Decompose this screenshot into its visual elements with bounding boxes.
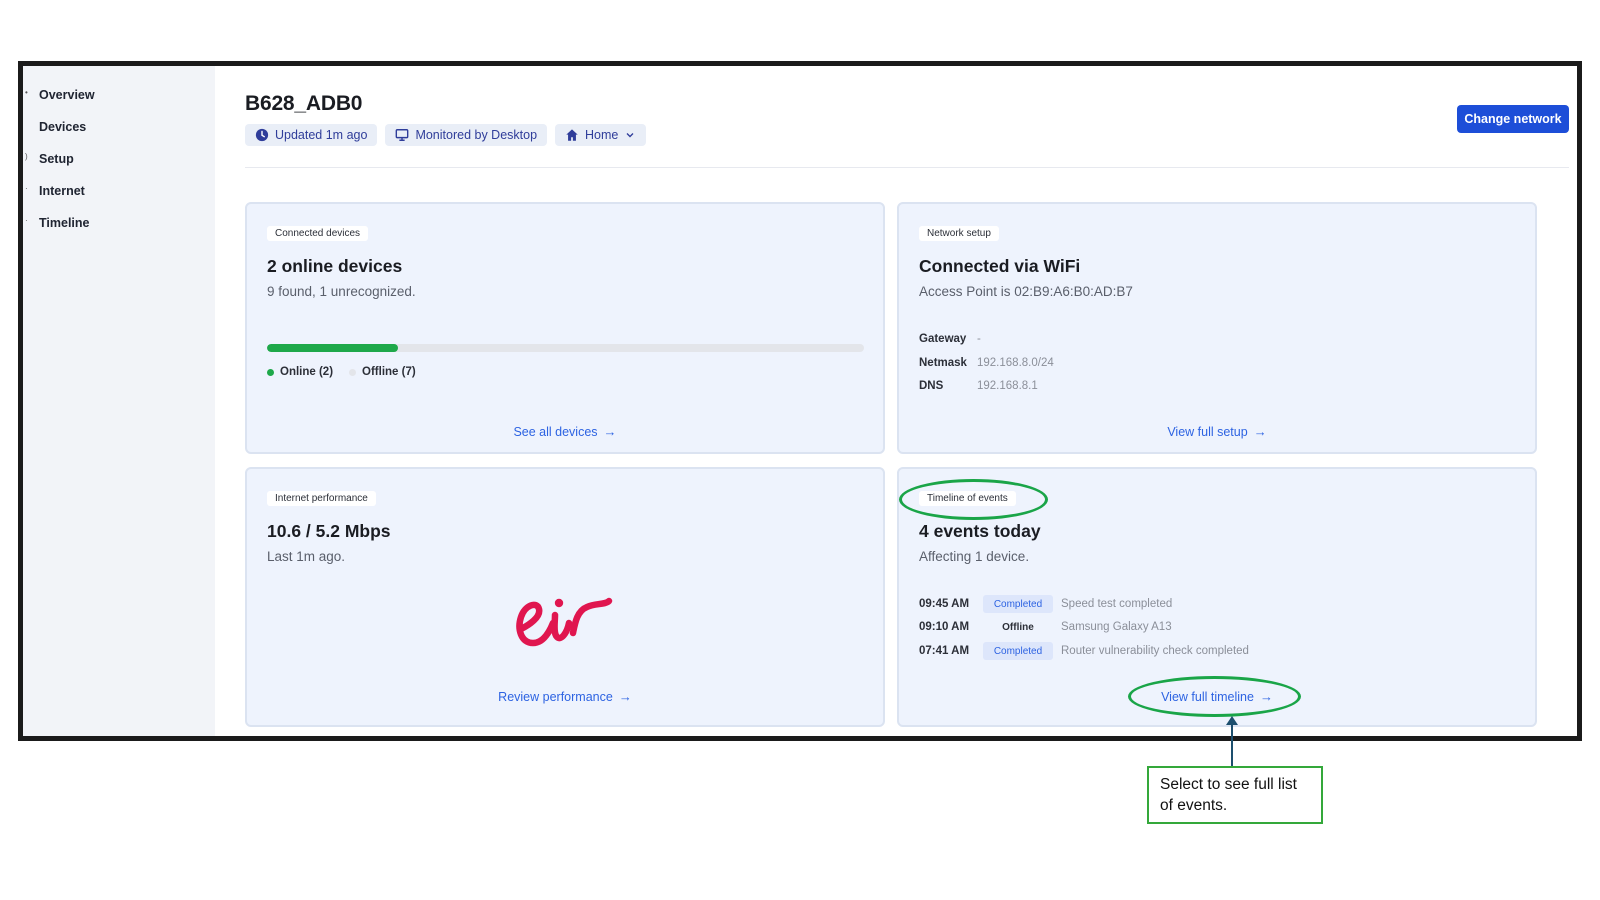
online-progress-fill xyxy=(267,344,399,352)
dns-row: DNS 192.168.8.1 xyxy=(919,380,1038,392)
card-title: 2 online devices xyxy=(267,256,403,276)
card-title: 10.6 / 5.2 Mbps xyxy=(267,521,391,541)
legend-offline-label: Offline (7) xyxy=(362,366,416,378)
review-performance-link[interactable]: Review performance → xyxy=(247,689,883,704)
legend-online-label: Online (2) xyxy=(280,366,334,378)
nav-bullet: · xyxy=(25,216,28,225)
sidebar-item-devices[interactable]: Devices xyxy=(39,120,86,134)
event-time: 09:45 AM xyxy=(919,598,970,610)
annotation-arrow-line xyxy=(1231,721,1233,767)
card-title: 4 events today xyxy=(919,521,1041,541)
internet-performance-card: Internet performance 10.6 / 5.2 Mbps Las… xyxy=(245,467,885,727)
annotation-ellipse-timeline-tag xyxy=(899,479,1048,520)
card-tag: Internet performance xyxy=(267,491,376,506)
card-title: Connected via WiFi xyxy=(919,256,1081,276)
nav-bullet: · xyxy=(25,184,28,193)
status-badge: Completed xyxy=(983,595,1053,613)
sidebar: • Overview Devices ) Setup · Internet · … xyxy=(23,66,215,736)
dns-value: 192.168.8.1 xyxy=(977,380,1038,392)
gateway-row: Gateway - xyxy=(919,333,981,345)
online-progress-bar xyxy=(267,344,864,352)
event-time: 07:41 AM xyxy=(919,645,970,657)
updated-chip[interactable]: Updated 1m ago xyxy=(245,124,378,146)
card-tag: Network setup xyxy=(919,226,999,241)
event-row: 09:10 AM Offline Samsung Galaxy A13 xyxy=(919,618,1172,636)
page-title: B628_ADB0 xyxy=(245,92,363,115)
event-description: Speed test completed xyxy=(1061,598,1173,610)
arrow-right-icon: → xyxy=(603,424,617,439)
nav-bullet: ) xyxy=(25,152,28,161)
arrow-right-icon: → xyxy=(1253,424,1267,439)
status-badge: Offline xyxy=(1002,621,1034,633)
app-window: • Overview Devices ) Setup · Internet · … xyxy=(18,61,1582,741)
status-badge: Completed xyxy=(983,642,1053,660)
event-description: Router vulnerability check completed xyxy=(1061,645,1249,657)
sidebar-item-timeline[interactable]: Timeline xyxy=(39,216,89,230)
location-dropdown-label: Home xyxy=(585,128,619,142)
event-row: 07:41 AM Completed Router vulnerability … xyxy=(919,642,1249,660)
chevron-down-icon xyxy=(626,133,634,138)
netmask-value: 192.168.8.0/24 xyxy=(977,357,1054,369)
status-chips: Updated 1m ago Monitored by Desktop Home xyxy=(245,124,647,146)
header-divider xyxy=(245,167,1569,168)
event-time: 09:10 AM xyxy=(919,621,970,633)
event-row: 09:45 AM Completed Speed test completed xyxy=(919,595,1172,613)
arrow-right-icon: → xyxy=(618,689,632,704)
monitored-chip-label: Monitored by Desktop xyxy=(415,128,538,142)
legend-offline: Offline (7) xyxy=(349,366,416,378)
legend-online: Online (2) xyxy=(267,366,333,378)
updated-chip-label: Updated 1m ago xyxy=(275,128,368,142)
location-dropdown[interactable]: Home xyxy=(555,124,647,146)
network-setup-card: Network setup Connected via WiFi Access … xyxy=(897,202,1537,454)
connected-devices-card: Connected devices 2 online devices 9 fou… xyxy=(245,202,885,454)
sidebar-item-overview[interactable]: Overview xyxy=(39,88,95,102)
view-full-setup-label: View full setup xyxy=(1167,424,1248,439)
review-performance-label: Review performance xyxy=(498,689,613,704)
devices-legend: Online (2) Offline (7) xyxy=(267,366,416,378)
card-subtitle: Last 1m ago. xyxy=(267,549,346,564)
gateway-key: Gateway xyxy=(919,333,967,345)
annotation-ellipse-view-timeline xyxy=(1128,676,1301,717)
monitored-chip[interactable]: Monitored by Desktop xyxy=(385,124,548,146)
main-content: B628_ADB0 Updated 1m ago Monitored by De… xyxy=(215,66,1577,736)
home-icon xyxy=(566,129,578,141)
nav-bullet: • xyxy=(25,88,28,97)
monitor-icon xyxy=(396,129,409,141)
online-dot xyxy=(267,368,274,376)
event-description: Samsung Galaxy A13 xyxy=(1061,621,1172,633)
netmask-key: Netmask xyxy=(919,357,967,369)
sidebar-item-internet[interactable]: Internet xyxy=(39,184,85,198)
dns-key: DNS xyxy=(919,380,944,392)
eir-logo xyxy=(516,597,613,647)
card-subtitle: Affecting 1 device. xyxy=(919,549,1030,564)
card-subtitle: 9 found, 1 unrecognized. xyxy=(267,284,416,299)
offline-dot xyxy=(349,368,357,376)
see-all-devices-link[interactable]: See all devices → xyxy=(247,424,883,439)
view-full-setup-link[interactable]: View full setup → xyxy=(899,424,1535,439)
see-all-devices-label: See all devices xyxy=(513,424,598,439)
annotation-callout: Select to see full list of events. xyxy=(1147,766,1323,824)
clock-icon xyxy=(255,128,269,142)
card-tag: Connected devices xyxy=(267,226,369,241)
sidebar-item-setup[interactable]: Setup xyxy=(39,152,74,166)
card-subtitle: Access Point is 02:B9:A6:B0:AD:B7 xyxy=(919,284,1133,299)
netmask-row: Netmask 192.168.8.0/24 xyxy=(919,357,1054,369)
gateway-value: - xyxy=(977,333,981,345)
change-network-button[interactable]: Change network xyxy=(1457,105,1569,133)
